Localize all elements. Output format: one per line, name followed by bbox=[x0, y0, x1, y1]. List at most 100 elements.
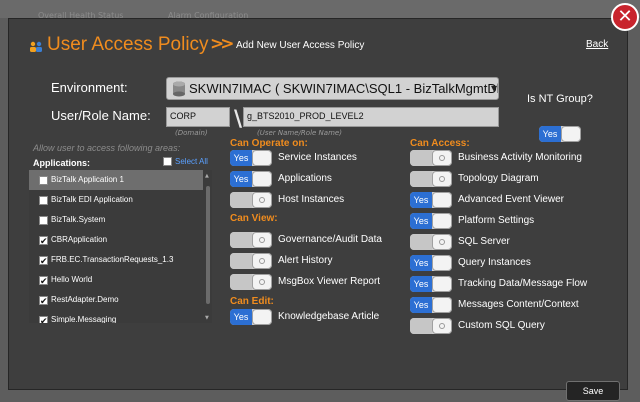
is-nt-group-label: Is NT Group? bbox=[527, 93, 593, 105]
application-label: BizTalk.System bbox=[51, 215, 106, 224]
user-name-input[interactable]: g_BTS2010_PROD_LEVEL2 bbox=[243, 107, 499, 127]
permission-label: Tracking Data/Message Flow bbox=[458, 278, 588, 289]
toggle-yes-label: Yes bbox=[410, 297, 432, 313]
toggle-dot-icon bbox=[259, 258, 265, 264]
toggle-track bbox=[410, 150, 432, 166]
database-icon bbox=[173, 81, 185, 97]
toggle-yes-label: Yes bbox=[410, 213, 432, 229]
permission-label: Service Instances bbox=[278, 152, 357, 163]
toggle-dot-icon bbox=[259, 237, 265, 243]
permission-toggle[interactable] bbox=[230, 274, 272, 290]
select-all-checkbox[interactable] bbox=[163, 157, 172, 166]
toggle-dot-icon bbox=[439, 176, 445, 182]
permission-label: Alert History bbox=[278, 255, 333, 266]
toggle-yes-label: Yes bbox=[230, 309, 252, 325]
toggle-knob bbox=[561, 126, 581, 142]
permission-toggle[interactable]: Yes bbox=[230, 171, 272, 187]
application-list-item[interactable]: BizTalk EDI Application bbox=[29, 190, 204, 210]
permission-toggle[interactable] bbox=[230, 253, 272, 269]
application-checkbox[interactable] bbox=[39, 176, 48, 185]
toggle-yes-label: Yes bbox=[410, 255, 432, 271]
scroll-up-icon[interactable]: ▲ bbox=[205, 173, 209, 179]
application-label: FRB.EC.TransactionRequests_1.3 bbox=[51, 255, 174, 264]
application-checkbox[interactable] bbox=[39, 196, 48, 205]
applications-list: BizTalk Application 1 BizTalk EDI Applica… bbox=[29, 170, 212, 323]
permission-toggle[interactable]: Yes bbox=[410, 276, 452, 292]
permission-label: Business Activity Monitoring bbox=[458, 152, 582, 163]
toggle-knob bbox=[432, 255, 452, 271]
toggle-knob bbox=[432, 213, 452, 229]
toggle-yes-label: Yes bbox=[230, 171, 252, 187]
permission-toggle[interactable] bbox=[410, 234, 452, 250]
toggle-yes-label: Yes bbox=[539, 126, 561, 142]
permission-label: Governance/Audit Data bbox=[278, 234, 382, 245]
application-list-item[interactable]: BizTalk Application 1 bbox=[29, 170, 204, 190]
permission-label: Advanced Event Viewer bbox=[458, 194, 564, 205]
domain-separator: \ bbox=[234, 107, 243, 132]
toggle-track bbox=[230, 192, 252, 208]
scroll-down-icon[interactable]: ▼ bbox=[205, 315, 209, 321]
application-list-item[interactable]: ✔ Hello World bbox=[29, 270, 204, 290]
chevron-down-icon[interactable]: ▼ bbox=[491, 84, 497, 93]
permission-toggle[interactable]: Yes bbox=[410, 213, 452, 229]
permission-label: Knowledgebase Article bbox=[278, 311, 380, 322]
domain-input[interactable]: CORP bbox=[166, 107, 230, 127]
application-list-item[interactable]: ✔ Simple.Messaging bbox=[29, 310, 204, 323]
scrollbar-thumb[interactable] bbox=[206, 186, 210, 304]
application-list-item[interactable]: ✔ FRB.EC.TransactionRequests_1.3 bbox=[29, 250, 204, 270]
permission-toggle[interactable] bbox=[410, 171, 452, 187]
application-checkbox[interactable]: ✔ bbox=[39, 316, 48, 323]
permission-toggle[interactable]: Yes bbox=[230, 309, 272, 325]
application-checkbox[interactable] bbox=[39, 216, 48, 225]
permission-toggle[interactable] bbox=[410, 150, 452, 166]
permission-toggle[interactable] bbox=[410, 318, 452, 334]
save-button[interactable]: Save bbox=[566, 381, 620, 401]
toggle-yes-label: Yes bbox=[410, 276, 432, 292]
permission-label: Applications bbox=[278, 173, 332, 184]
toggle-track bbox=[230, 232, 252, 248]
toggle-dot-icon bbox=[259, 197, 265, 203]
permission-toggle[interactable]: Yes bbox=[410, 255, 452, 271]
user-role-label: User/Role Name: bbox=[51, 108, 151, 123]
toggle-track bbox=[410, 171, 432, 187]
environment-label: Environment: bbox=[51, 80, 128, 95]
toggle-dot-icon bbox=[439, 323, 445, 329]
application-checkbox[interactable]: ✔ bbox=[39, 256, 48, 266]
application-checkbox[interactable]: ✔ bbox=[39, 236, 48, 246]
close-icon[interactable]: ✕ bbox=[611, 3, 639, 31]
application-list-item[interactable]: ✔ RestAdapter.Demo bbox=[29, 290, 204, 310]
user-name-hint: (User Name/Role Name) bbox=[257, 129, 342, 137]
user-access-policy-dialog: User Access Policy >> Add New User Acces… bbox=[8, 18, 628, 401]
permission-label: Query Instances bbox=[458, 257, 531, 268]
permission-toggle[interactable] bbox=[230, 232, 272, 248]
can-operate-heading: Can Operate on: bbox=[230, 138, 308, 149]
application-label: BizTalk EDI Application bbox=[51, 195, 133, 204]
application-list-item[interactable]: BizTalk.System bbox=[29, 210, 204, 230]
permission-label: Host Instances bbox=[278, 194, 345, 205]
application-checkbox[interactable]: ✔ bbox=[39, 296, 48, 306]
toggle-knob bbox=[432, 297, 452, 313]
environment-select[interactable]: SKWIN7IMAC ( SKWIN7IMAC\SQL1 - BizTalkMg… bbox=[166, 77, 499, 100]
toggle-knob bbox=[432, 276, 452, 292]
toggle-yes-label: Yes bbox=[410, 192, 432, 208]
select-all-link[interactable]: Select All bbox=[175, 157, 208, 166]
toggle-track bbox=[410, 234, 432, 250]
application-list-item[interactable]: ✔ CBRApplication bbox=[29, 230, 204, 250]
permission-toggle[interactable]: Yes bbox=[410, 192, 452, 208]
allow-access-hint: Allow user to access following areas: bbox=[33, 143, 181, 153]
permission-toggle[interactable]: Yes bbox=[230, 150, 272, 166]
is-nt-group-toggle[interactable]: Yes bbox=[539, 126, 581, 142]
permission-toggle[interactable] bbox=[230, 192, 272, 208]
application-label: RestAdapter.Demo bbox=[51, 295, 119, 304]
toggle-knob bbox=[252, 150, 272, 166]
permission-label: SQL Server bbox=[458, 236, 510, 247]
applications-label: Applications: bbox=[33, 158, 91, 168]
permission-toggle[interactable]: Yes bbox=[410, 297, 452, 313]
toggle-knob bbox=[252, 171, 272, 187]
application-checkbox[interactable]: ✔ bbox=[39, 276, 48, 286]
back-link[interactable]: Back bbox=[586, 39, 608, 50]
application-label: Hello World bbox=[51, 275, 93, 284]
toggle-track bbox=[230, 253, 252, 269]
page-subtitle: Add New User Access Policy bbox=[236, 40, 365, 51]
permission-label: Platform Settings bbox=[458, 215, 535, 226]
